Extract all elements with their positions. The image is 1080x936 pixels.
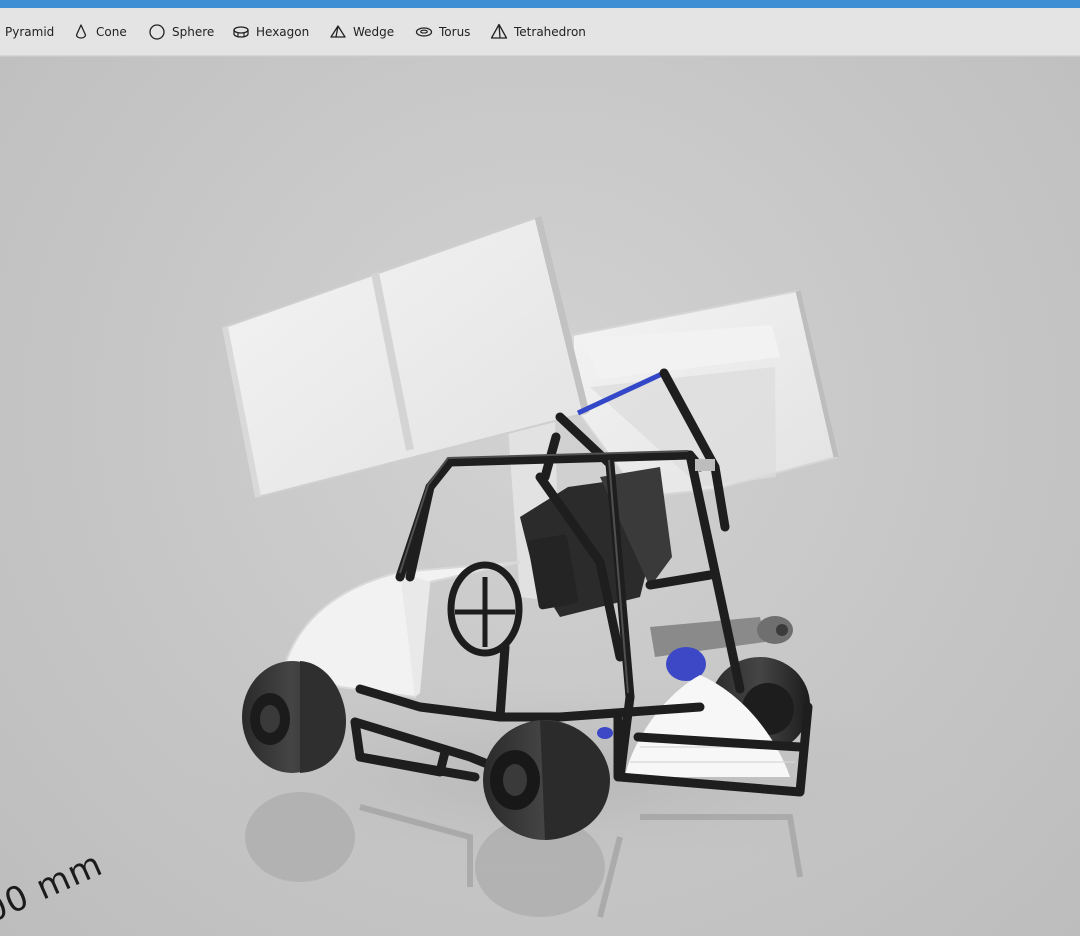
torus-tool-button[interactable]: Torus bbox=[415, 8, 470, 56]
3d-viewport[interactable]: 00 mm bbox=[0, 57, 1080, 936]
shape-toolbar: Pyramid Cone Sphere Hexagon Wedge Torus … bbox=[0, 8, 1080, 56]
torus-icon bbox=[415, 26, 433, 37]
steering-wheel bbox=[447, 561, 523, 657]
sprint-car-model[interactable] bbox=[0, 57, 1080, 936]
hexagon-tool-button[interactable]: Hexagon bbox=[232, 8, 309, 56]
pyramid-tool-button[interactable]: Pyramid bbox=[5, 8, 54, 56]
sphere-icon bbox=[149, 23, 165, 40]
torus-tool-label: Torus bbox=[439, 24, 471, 39]
tetrahedron-icon bbox=[490, 23, 508, 39]
cone-icon bbox=[75, 23, 87, 39]
cage-clamp bbox=[695, 459, 715, 471]
hexagon-icon bbox=[233, 25, 249, 38]
tetrahedron-tool-button[interactable]: Tetrahedron bbox=[490, 8, 586, 56]
cone-tool-button[interactable]: Cone bbox=[72, 8, 127, 56]
engine-blue-part-small bbox=[597, 727, 613, 739]
front-left-tire bbox=[242, 661, 346, 773]
wedge-tool-label: Wedge bbox=[353, 24, 395, 39]
cone-tool-label: Cone bbox=[96, 24, 127, 39]
sphere-tool-button[interactable]: Sphere bbox=[148, 8, 214, 56]
wedge-icon bbox=[330, 24, 346, 38]
hexagon-tool-label: Hexagon bbox=[256, 24, 310, 39]
app-window: Pyramid Cone Sphere Hexagon Wedge Torus … bbox=[0, 0, 1080, 936]
sphere-tool-label: Sphere bbox=[172, 24, 215, 39]
wedge-tool-button[interactable]: Wedge bbox=[329, 8, 394, 56]
pyramid-tool-label: Pyramid bbox=[5, 24, 55, 39]
tetrahedron-tool-label: Tetrahedron bbox=[514, 24, 586, 39]
